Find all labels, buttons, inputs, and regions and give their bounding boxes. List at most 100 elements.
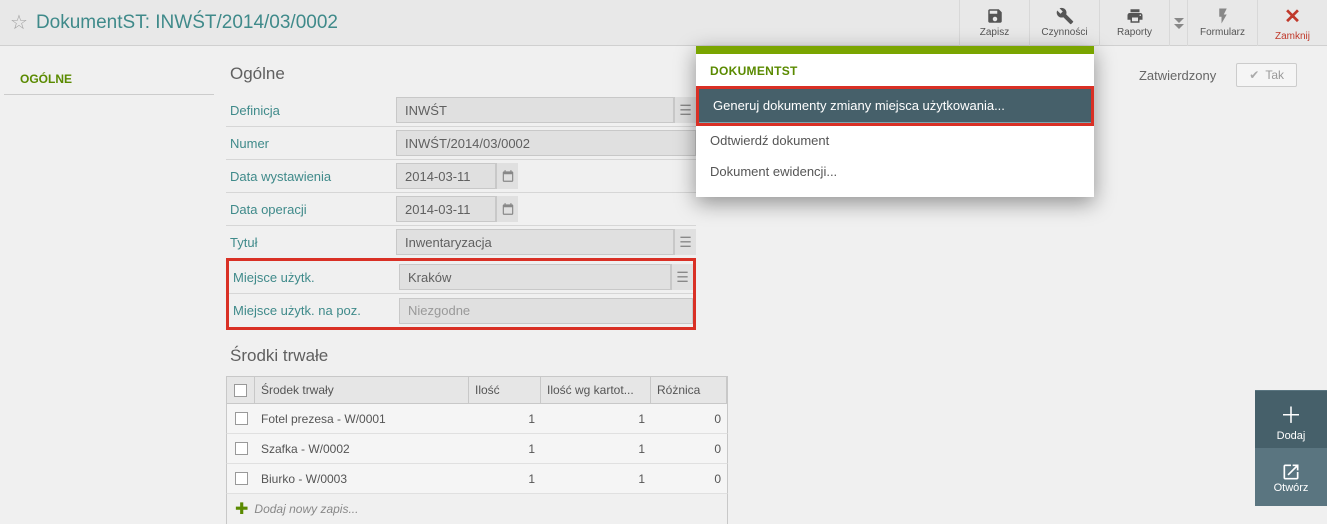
lbl-miejsce: Miejsce użytk. xyxy=(229,270,399,285)
row-checkbox[interactable] xyxy=(227,472,255,485)
sidebar: OGÓLNE xyxy=(0,46,218,522)
save-icon xyxy=(985,7,1005,25)
th-qty-card[interactable]: Ilość wg kartot... xyxy=(541,377,651,403)
open-icon xyxy=(1280,462,1302,482)
row-miejsce-poz: Miejsce użytk. na poz. Niezgodne xyxy=(229,294,693,327)
status-label: Zatwierdzony xyxy=(1139,68,1216,83)
header-left: ☆ DokumentST: INWŚT/2014/03/0002 xyxy=(0,10,959,35)
table-row[interactable]: Fotel prezesa - W/0001110 xyxy=(226,404,728,434)
input-numer[interactable]: INWŚT/2014/03/0002 xyxy=(396,130,696,156)
close-button[interactable]: ✕ Zamknij xyxy=(1257,0,1327,46)
list-icon[interactable]: ☰ xyxy=(674,229,696,255)
lbl-data-wyst: Data wystawienia xyxy=(226,169,396,184)
input-miejsce-poz[interactable]: Niezgodne xyxy=(399,298,693,324)
checkbox-icon[interactable] xyxy=(235,442,248,455)
reports-label: Raporty xyxy=(1117,27,1152,38)
cell-qty: 1 xyxy=(469,472,541,486)
add-button[interactable]: ＋ Dodaj xyxy=(1255,390,1327,448)
body: OGÓLNE Ogólne Zatwierdzony ✔ Tak Definic… xyxy=(0,46,1327,522)
th-name[interactable]: Środek trwały xyxy=(255,377,469,403)
general-panel-title: Ogólne xyxy=(226,56,696,94)
save-button[interactable]: Zapisz xyxy=(959,0,1029,46)
status-button[interactable]: ✔ Tak xyxy=(1236,63,1297,87)
list-icon[interactable]: ☰ xyxy=(671,264,693,290)
toolbar-dropdown-sep[interactable] xyxy=(1169,0,1187,46)
sidebar-tab-general[interactable]: OGÓLNE xyxy=(4,64,214,95)
plus-icon: ＋ xyxy=(1280,398,1302,430)
dropdown-accent xyxy=(696,46,1094,54)
cell-diff: 0 xyxy=(651,412,727,426)
lbl-miejsce-poz: Miejsce użytk. na poz. xyxy=(229,303,399,318)
row-miejsce: Miejsce użytk. Kraków ☰ xyxy=(229,261,693,294)
lbl-numer: Numer xyxy=(226,136,396,151)
close-icon: ✕ xyxy=(1284,4,1301,29)
table-body: Fotel prezesa - W/0001110Szafka - W/0002… xyxy=(226,404,728,494)
table-row[interactable]: Szafka - W/0002110 xyxy=(226,434,728,464)
status-value: Tak xyxy=(1265,68,1284,82)
cell-name: Fotel prezesa - W/0001 xyxy=(255,412,469,426)
table-header: Środek trwały Ilość Ilość wg kartot... R… xyxy=(226,376,728,404)
dropdown-item-evidence[interactable]: Dokument ewidencji... xyxy=(696,156,1094,187)
actions-label: Czynności xyxy=(1041,27,1087,38)
open-button[interactable]: Otwórz xyxy=(1255,448,1327,506)
lbl-data-oper: Data operacji xyxy=(226,202,396,217)
plus-icon: ✚ xyxy=(235,499,248,519)
row-checkbox[interactable] xyxy=(227,412,255,425)
header-bar: ☆ DokumentST: INWŚT/2014/03/0002 Zapisz … xyxy=(0,0,1327,46)
actions-dropdown: DOKUMENTST Generuj dokumenty zmiany miej… xyxy=(696,46,1094,197)
check-icon: ✔ xyxy=(1249,68,1259,82)
checkbox-icon[interactable] xyxy=(234,384,247,397)
assets-title: Środki trwałe xyxy=(226,344,1327,376)
input-tytul[interactable]: Inwentaryzacja xyxy=(396,229,674,255)
toolbar: Zapisz Czynności Raporty Formularz ✕ Zam… xyxy=(959,0,1327,46)
cell-qty: 1 xyxy=(469,442,541,456)
row-data-wyst: Data wystawienia 2014-03-11 xyxy=(226,160,696,193)
input-data-wyst[interactable]: 2014-03-11 xyxy=(396,163,496,189)
dropdown-item-unapprove[interactable]: Odtwierdź dokument xyxy=(696,125,1094,156)
dropdown-item-generate[interactable]: Generuj dokumenty zmiany miejsca użytkow… xyxy=(699,89,1091,122)
input-miejsce[interactable]: Kraków xyxy=(399,264,671,290)
checkbox-icon[interactable] xyxy=(235,412,248,425)
cell-diff: 0 xyxy=(651,442,727,456)
wrench-icon xyxy=(1055,7,1075,25)
right-action-bar: ＋ Dodaj Otwórz xyxy=(1255,390,1327,506)
favorite-star-icon[interactable]: ☆ xyxy=(10,10,28,35)
input-data-oper[interactable]: 2014-03-11 xyxy=(396,196,496,222)
lbl-definicja: Definicja xyxy=(226,103,396,118)
checkbox-icon[interactable] xyxy=(235,472,248,485)
add-label: Dodaj xyxy=(1277,430,1306,442)
cell-name: Szafka - W/0002 xyxy=(255,442,469,456)
row-checkbox[interactable] xyxy=(227,442,255,455)
th-diff[interactable]: Różnica xyxy=(651,377,727,403)
cell-qty-card: 1 xyxy=(541,412,651,426)
cell-qty: 1 xyxy=(469,412,541,426)
row-definicja: Definicja INWŚT ☰ xyxy=(226,94,696,127)
dropdown-header: DOKUMENTST xyxy=(696,54,1094,86)
page-title: DokumentST: INWŚT/2014/03/0002 xyxy=(36,12,338,34)
save-label: Zapisz xyxy=(980,27,1009,38)
close-label: Zamknij xyxy=(1275,31,1310,42)
table-row[interactable]: Biurko - W/0003110 xyxy=(226,464,728,494)
cell-qty-card: 1 xyxy=(541,472,651,486)
list-icon[interactable]: ☰ xyxy=(674,97,696,123)
open-label: Otwórz xyxy=(1274,482,1309,494)
calendar-icon[interactable] xyxy=(496,163,518,189)
add-row[interactable]: ✚ Dodaj nowy zapis... xyxy=(226,494,728,524)
add-row-text: Dodaj nowy zapis... xyxy=(254,502,358,516)
reports-button[interactable]: Raporty xyxy=(1099,0,1169,46)
cell-qty-card: 1 xyxy=(541,442,651,456)
lightning-icon xyxy=(1214,7,1232,25)
actions-button[interactable]: Czynności xyxy=(1029,0,1099,46)
row-data-oper: Data operacji 2014-03-11 xyxy=(226,193,696,226)
form-button[interactable]: Formularz xyxy=(1187,0,1257,46)
input-definicja[interactable]: INWŚT xyxy=(396,97,674,123)
form-label: Formularz xyxy=(1200,27,1245,38)
highlighted-fields: Miejsce użytk. Kraków ☰ Miejsce użytk. n… xyxy=(226,258,696,330)
status-area: Zatwierdzony ✔ Tak xyxy=(1139,63,1327,87)
th-qty[interactable]: Ilość xyxy=(469,377,541,403)
row-tytul: Tytuł Inwentaryzacja ☰ xyxy=(226,226,696,259)
printer-icon xyxy=(1125,7,1145,25)
th-checkbox[interactable] xyxy=(227,377,255,403)
row-numer: Numer INWŚT/2014/03/0002 xyxy=(226,127,696,160)
calendar-icon[interactable] xyxy=(496,196,518,222)
